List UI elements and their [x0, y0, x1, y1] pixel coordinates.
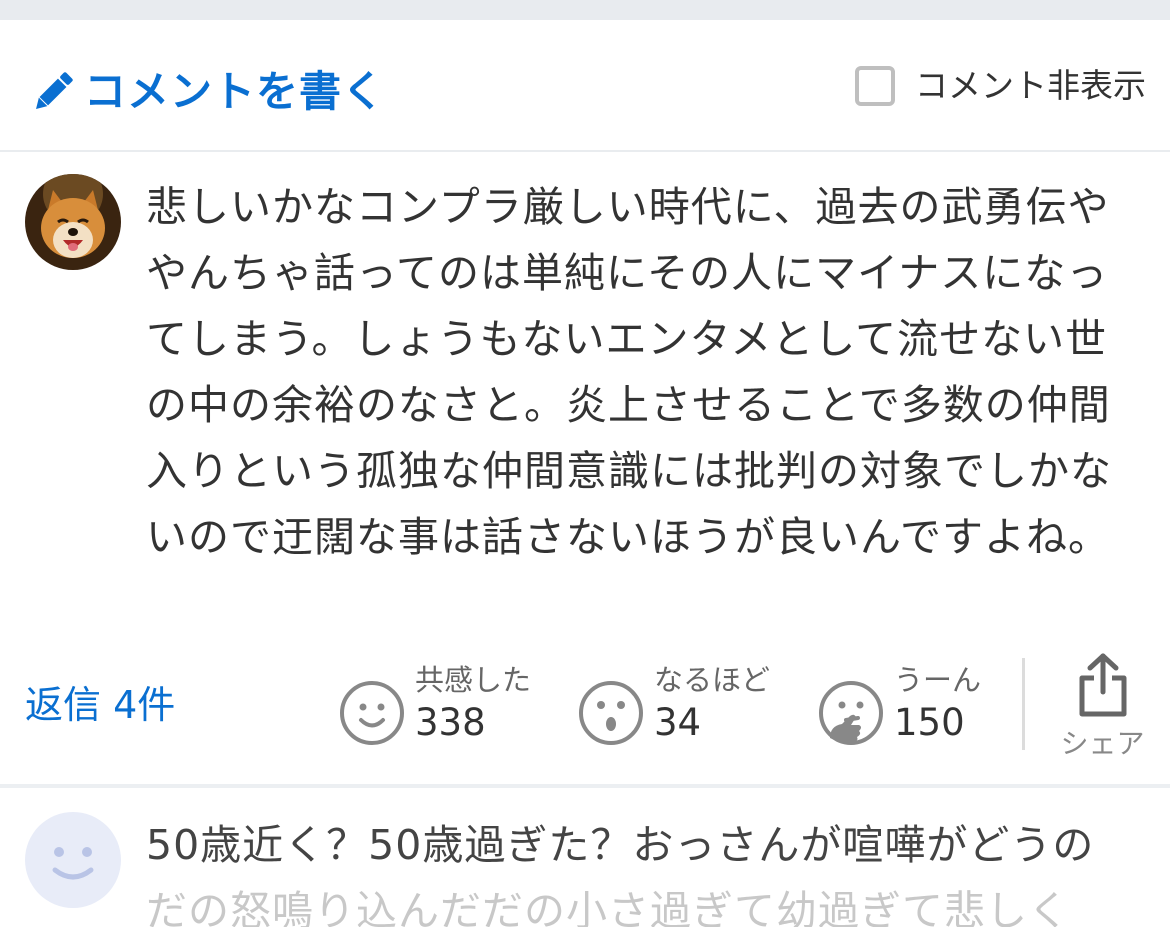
- thinking-face-icon: [819, 681, 883, 745]
- comment-text: 悲しいかなコンプラ厳しい時代に、過去の武勇伝ややんちゃ話ってのは単純にその人にマ…: [146, 183, 1112, 561]
- reaction-count: 150: [894, 701, 965, 744]
- divider: [1022, 658, 1025, 750]
- avatar[interactable]: [25, 174, 121, 270]
- comment-header: コメントを書く コメント非表示: [0, 20, 1170, 152]
- reaction-count: 338: [415, 701, 486, 744]
- top-bar: [0, 0, 1170, 20]
- surprised-face-icon: [579, 681, 643, 745]
- smile-face-icon: [340, 681, 404, 745]
- default-face-avatar-icon: [52, 847, 94, 880]
- reaction-label: うーん: [894, 663, 982, 697]
- reaction-label: 共感した: [415, 663, 532, 697]
- share-button[interactable]: シェア: [1055, 652, 1150, 764]
- reaction-insightful[interactable]: なるほど 34: [578, 660, 770, 746]
- pencil-icon: [36, 72, 73, 109]
- write-comment-label: コメントを書く: [84, 67, 386, 116]
- share-label: シェア: [1060, 727, 1145, 760]
- comment-line: 50歳近く？50歳過ぎた？おっさんが喧嘩がどうの: [146, 821, 1095, 869]
- comment-text: 50歳近く？50歳過ぎた？おっさんが喧嘩がどうの だの怒鳴り込んだだの小さ過ぎて…: [146, 812, 1146, 927]
- write-comment-button[interactable]: コメントを書く: [28, 67, 385, 117]
- avatar[interactable]: [25, 812, 121, 908]
- reaction-count: 34: [654, 701, 702, 744]
- share-icon: [1079, 653, 1126, 717]
- comment-line-faded: だの怒鳴り込んだだの小さ過ぎて幼過ぎて悲しく: [146, 887, 1070, 927]
- comment-item: 悲しいかなコンプラ厳しい時代に、過去の武勇伝ややんちゃ話ってのは単純にその人にマ…: [0, 152, 1170, 788]
- reaction-hmm[interactable]: うーん 150: [818, 660, 981, 746]
- reaction-empathy[interactable]: 共感した 338: [339, 660, 531, 746]
- replies-link[interactable]: 返信 4件: [25, 680, 175, 730]
- comment-item: 50歳近く？50歳過ぎた？おっさんが喧嘩がどうの だの怒鳴り込んだだの小さ過ぎて…: [0, 786, 1170, 927]
- hide-comments-label: コメント非表示: [915, 66, 1146, 105]
- reaction-label: なるほど: [654, 663, 771, 697]
- shiba-dog-avatar-icon: [25, 174, 121, 270]
- hide-comments-toggle[interactable]: コメント非表示: [855, 66, 1146, 106]
- hide-comments-checkbox[interactable]: [855, 66, 895, 106]
